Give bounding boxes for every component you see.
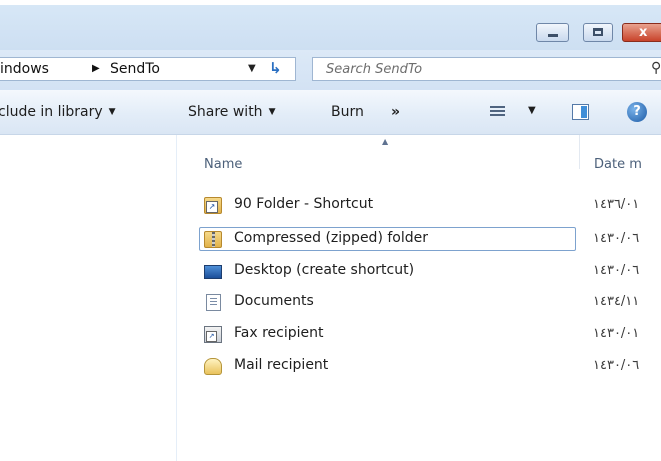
folder-shortcut-icon <box>204 197 222 214</box>
search-icon[interactable]: ⚲ <box>651 60 661 76</box>
share-with-button[interactable]: Share with ▼ <box>188 104 275 120</box>
mail-icon <box>204 358 222 375</box>
breadcrumb-sendto[interactable]: SendTo <box>110 61 160 77</box>
include-label: clude in library <box>0 104 103 120</box>
zip-folder-icon <box>204 231 222 248</box>
include-in-library-button[interactable]: clude in library ▼ <box>0 104 116 120</box>
list-item[interactable]: Compressed (zipped) folder ١٤٣٠/٠٦ <box>177 227 661 251</box>
command-bar: clude in library ▼ Share with ▼ Burn » ▼ ? <box>0 90 661 135</box>
file-name[interactable]: Compressed (zipped) folder <box>234 230 428 246</box>
list-item[interactable]: Mail recipient ١٤٣٠/٠٦ <box>177 354 661 378</box>
help-icon[interactable]: ? <box>627 102 647 122</box>
preview-pane-icon[interactable] <box>572 104 589 120</box>
close-icon: x <box>639 25 648 40</box>
navigation-pane[interactable] <box>0 135 176 461</box>
maximize-button[interactable] <box>583 23 613 42</box>
chevron-down-icon: ▼ <box>108 107 116 117</box>
file-name[interactable]: Fax recipient <box>234 325 323 341</box>
breadcrumb-arrow-icon[interactable]: ▶ <box>92 63 100 74</box>
list-item[interactable]: Desktop (create shortcut) ١٤٣٠/٠٦ <box>177 259 661 283</box>
fax-icon <box>204 326 222 343</box>
address-bar[interactable]: indows ▶ SendTo ▼ ↳ <box>0 57 296 81</box>
column-divider[interactable] <box>579 135 580 169</box>
column-header-date-modified[interactable]: Date m <box>594 157 642 172</box>
burn-button[interactable]: Burn <box>331 104 364 120</box>
refresh-icon[interactable]: ↳ <box>269 59 282 77</box>
file-list[interactable]: ▲ Name Date m 90 Folder - Shortcut ١٤٣٦/… <box>177 135 661 461</box>
file-date: ١٤٣٠/٠٦ <box>593 263 640 278</box>
file-date: ١٤٣٠/٠٦ <box>593 231 640 246</box>
chevron-down-icon: ▼ <box>528 105 536 116</box>
view-options-icon <box>490 106 505 118</box>
list-item[interactable]: 90 Folder - Shortcut ١٤٣٦/٠١ <box>177 193 661 217</box>
column-header-name[interactable]: Name <box>204 157 242 172</box>
file-date: ١٤٣٦/٠١ <box>593 197 640 212</box>
address-row: indows ▶ SendTo ▼ ↳ ⚲ <box>0 50 661 90</box>
maximize-icon <box>593 28 603 36</box>
documents-icon <box>206 294 221 311</box>
breadcrumb-windows[interactable]: indows <box>0 61 49 77</box>
search-box[interactable]: ⚲ <box>312 57 661 81</box>
explorer-window: x indows ▶ SendTo ▼ ↳ ⚲ clude in library… <box>0 0 661 461</box>
file-name[interactable]: 90 Folder - Shortcut <box>234 196 373 212</box>
more-commands-button[interactable]: » <box>391 104 400 120</box>
file-name[interactable]: Documents <box>234 293 314 309</box>
share-label: Share with <box>188 104 263 120</box>
chevron-down-icon: ▼ <box>268 107 276 117</box>
chevron-down-icon[interactable]: ▼ <box>248 63 256 74</box>
column-header-row: ▲ Name Date m <box>177 135 661 172</box>
minimize-button[interactable] <box>536 23 569 42</box>
top-edge <box>0 0 661 5</box>
file-date: ١٤٣٠/٠٦ <box>593 358 640 373</box>
desktop-icon <box>204 265 222 279</box>
file-date: ١٤٣٤/١١ <box>593 294 640 309</box>
list-item[interactable]: Fax recipient ١٤٣٠/٠١ <box>177 322 661 346</box>
search-input[interactable] <box>313 58 661 80</box>
file-date: ١٤٣٠/٠١ <box>593 326 640 341</box>
close-button[interactable]: x <box>622 23 661 42</box>
title-bar: x <box>0 0 661 50</box>
file-name[interactable]: Mail recipient <box>234 357 328 373</box>
file-name[interactable]: Desktop (create shortcut) <box>234 262 414 278</box>
list-item[interactable]: Documents ١٤٣٤/١١ <box>177 290 661 314</box>
minimize-icon <box>548 34 558 37</box>
sort-ascending-icon: ▲ <box>382 137 389 146</box>
view-options-button[interactable]: ▼ <box>490 105 544 120</box>
